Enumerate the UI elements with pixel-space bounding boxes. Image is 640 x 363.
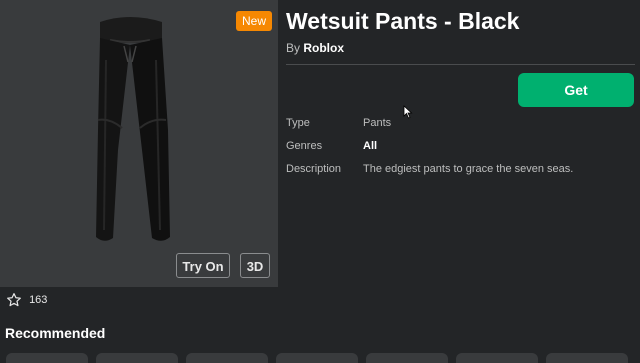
cursor-icon (403, 105, 413, 119)
recommended-card[interactable] (546, 353, 628, 363)
get-button[interactable]: Get (518, 73, 634, 107)
item-title: Wetsuit Pants - Black (286, 8, 520, 34)
creator-byline: By Roblox (286, 41, 344, 55)
by-prefix: By (286, 41, 301, 55)
recommended-card[interactable] (6, 353, 88, 363)
item-thumbnail: New Try On 3D (0, 0, 278, 287)
star-outline-icon[interactable] (6, 292, 22, 308)
recommended-heading: Recommended (5, 325, 106, 341)
creator-link[interactable]: Roblox (303, 41, 344, 55)
recommended-card[interactable] (456, 353, 538, 363)
view-3d-button[interactable]: 3D (240, 253, 270, 278)
recommended-card[interactable] (186, 353, 268, 363)
detail-key: Genres (286, 140, 323, 152)
recommended-card[interactable] (96, 353, 178, 363)
recommended-card[interactable] (276, 353, 358, 363)
detail-key: Type (286, 117, 310, 129)
recommended-card[interactable] (366, 353, 448, 363)
detail-value: The edgiest pants to grace the seven sea… (363, 163, 574, 175)
try-on-button[interactable]: Try On (176, 253, 230, 278)
favorite-count: 163 (29, 294, 48, 306)
new-badge: New (236, 11, 272, 31)
favorite-control[interactable]: 163 (6, 292, 47, 308)
detail-value[interactable]: All (363, 140, 377, 152)
detail-value: Pants (363, 117, 392, 129)
detail-key: Description (286, 163, 342, 175)
divider (286, 64, 635, 65)
pants-image (96, 17, 170, 241)
